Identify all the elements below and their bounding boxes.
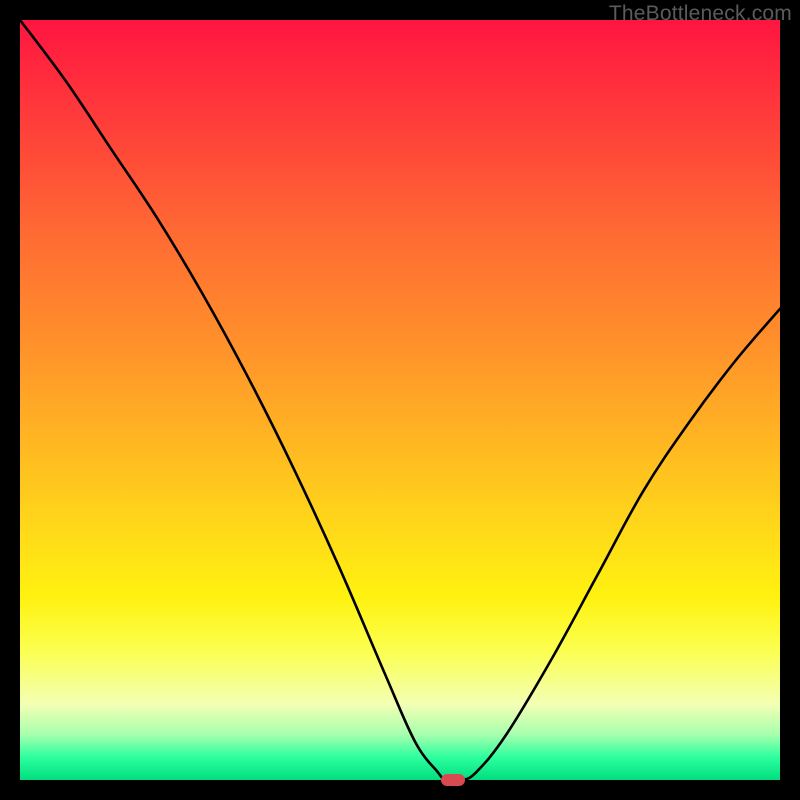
chart-container: TheBottleneck.com (0, 0, 800, 800)
plot-area (20, 20, 780, 780)
minimum-marker (441, 774, 465, 786)
watermark-text: TheBottleneck.com (609, 2, 792, 26)
bottleneck-curve (20, 20, 780, 780)
